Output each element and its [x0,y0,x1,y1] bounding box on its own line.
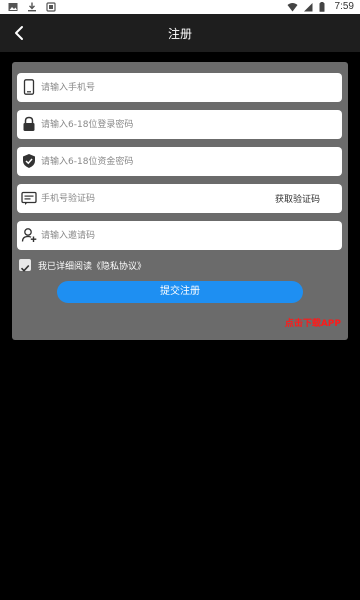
lock-icon [21,116,37,132]
download-app-link[interactable]: 点击下载APP [285,316,341,329]
app-header: 注册 [0,14,360,52]
message-icon [21,190,37,206]
status-time: 7:59 [334,1,354,12]
phone-input[interactable] [41,73,281,102]
phone-icon [21,79,37,95]
wifi-icon [287,2,298,12]
agree-checkbox[interactable] [19,259,31,272]
download-icon [27,2,37,12]
sms-code-field[interactable]: 获取验证码 [17,184,342,213]
image-icon [8,2,18,12]
agree-text[interactable]: 我已详细阅读《隐私协议》 [38,259,146,272]
battery-icon [319,1,329,12]
fund-password-field[interactable] [17,147,342,176]
get-code-button[interactable]: 获取验证码 [275,192,320,205]
privacy-agreement: 我已详细阅读《隐私协议》 [19,258,146,272]
login-password-input[interactable] [41,110,281,139]
checkmark-icon [20,264,30,272]
user-add-icon [21,227,37,243]
phone-field[interactable] [17,73,342,102]
shield-check-icon [21,153,37,169]
invite-code-input[interactable] [41,221,281,250]
invite-code-field[interactable] [17,221,342,250]
page-title: 注册 [167,27,192,41]
submit-register-button[interactable]: 提交注册 [57,281,303,303]
signal-icon [303,2,313,12]
sms-code-input[interactable] [41,184,261,213]
status-bar: 7:59 [0,0,360,14]
login-password-field[interactable] [17,110,342,139]
app-icon [46,2,56,12]
fund-password-input[interactable] [41,147,281,176]
register-form-panel: 获取验证码 我已详细阅读《隐私协议》 提交注册 点击下载APP [12,62,348,340]
